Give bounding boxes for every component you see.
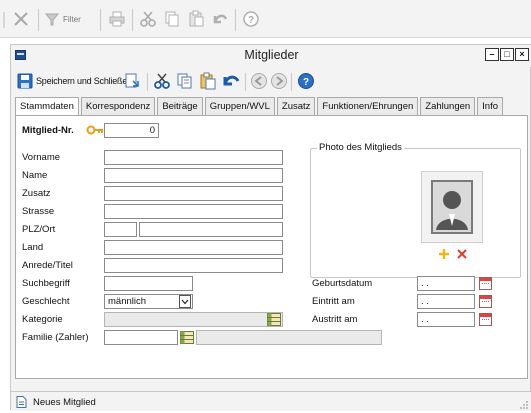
key-icon <box>86 124 104 136</box>
status-text: Neues Mitglied <box>33 397 96 408</box>
member-no-label: Mitglied-Nr. <box>22 125 74 136</box>
salutation-field[interactable] <box>104 258 283 273</box>
save-label: Speichern und Schließen <box>36 76 132 86</box>
back-icon[interactable] <box>250 72 268 90</box>
cut-icon[interactable] <box>153 72 171 90</box>
tab-zusatz[interactable]: Zusatz <box>276 97 316 115</box>
copy-icon[interactable] <box>161 8 183 30</box>
toolbar-edge <box>0 10 6 30</box>
filter-button[interactable]: Filter <box>44 8 96 30</box>
salutation-label: Anrede/Titel <box>22 260 73 271</box>
city-field[interactable] <box>139 222 283 237</box>
filter-icon <box>44 13 60 26</box>
toolbar-separator <box>291 73 292 91</box>
category-field[interactable] <box>104 312 283 327</box>
photo-group: Photo des Mitglieds <box>310 142 521 278</box>
toolbar-separator <box>100 9 101 31</box>
copy-icon[interactable] <box>176 72 194 90</box>
zip-field[interactable] <box>104 222 137 237</box>
tab-funktionen-ehrungen[interactable]: Funktionen/Ehrungen <box>317 97 419 115</box>
tab-beitraege[interactable]: Beiträge <box>157 97 203 115</box>
entry-date-label: Eintritt am <box>312 296 355 307</box>
country-label: Land <box>22 242 44 253</box>
maximize-icon[interactable]: □ <box>500 48 514 61</box>
toolbar-separator <box>147 73 148 91</box>
country-field[interactable] <box>104 240 283 255</box>
close-icon[interactable]: × <box>515 48 529 61</box>
undo-icon[interactable] <box>209 8 231 30</box>
print-icon[interactable] <box>123 72 141 90</box>
add-icon[interactable] <box>438 248 450 260</box>
save-and-close-button[interactable]: Speichern und Schließen <box>17 71 132 91</box>
tab-korrespondenz[interactable]: Korrespondenz <box>80 97 156 115</box>
category-label: Kategorie <box>22 314 63 325</box>
toolbar-separator <box>245 73 246 91</box>
toolbar-separator <box>235 9 236 31</box>
tab-gruppen-wvl[interactable]: Gruppen/WVL <box>204 97 275 115</box>
undo-icon[interactable] <box>222 72 240 90</box>
addition-label: Zusatz <box>22 188 51 199</box>
birth-date-label: Geburtsdatum <box>312 278 373 289</box>
calendar-icon[interactable] <box>479 313 492 326</box>
window-title: Mitglieder <box>244 48 299 62</box>
paste-icon[interactable] <box>185 8 207 30</box>
family-name-display <box>196 330 382 345</box>
print-icon[interactable] <box>106 8 128 30</box>
last-name-field[interactable] <box>104 168 283 183</box>
family-field[interactable] <box>104 330 178 345</box>
first-name-field[interactable] <box>104 150 283 165</box>
zip-city-label: PLZ/Ort <box>22 224 56 235</box>
first-name-label: Vorname <box>22 152 61 163</box>
members-window: Mitglieder – □ × Speichern und Schließen <box>10 44 531 411</box>
status-bar: Neues Mitglied <box>11 391 531 411</box>
tab-zahlungen[interactable]: Zahlungen <box>420 97 476 115</box>
toolbar-separator <box>132 9 133 31</box>
table-picker-icon[interactable] <box>180 331 194 344</box>
street-field[interactable] <box>104 204 283 219</box>
search-term-label: Suchbegriff <box>22 278 70 289</box>
search-term-field[interactable] <box>104 276 193 291</box>
tab-bar: Stammdaten Korrespondenz Beiträge Gruppe… <box>15 97 505 116</box>
app-toolbar: Filter ? <box>0 0 531 38</box>
resize-grip-icon[interactable] <box>519 400 529 410</box>
avatar-icon <box>431 180 473 234</box>
help-icon[interactable]: ? <box>297 72 315 90</box>
close-icon[interactable] <box>10 8 32 30</box>
gender-label: Geschlecht <box>22 296 70 307</box>
minimize-icon[interactable]: – <box>485 48 499 61</box>
table-picker-icon[interactable] <box>267 313 281 326</box>
family-label: Familie (Zahler) <box>22 332 89 343</box>
street-label: Strasse <box>22 206 55 217</box>
help-icon[interactable]: ? <box>240 8 262 30</box>
photo-frame[interactable] <box>421 171 483 243</box>
last-name-label: Name <box>22 170 48 181</box>
paste-icon[interactable] <box>199 72 217 90</box>
document-icon <box>16 396 27 408</box>
forward-icon[interactable] <box>270 72 288 90</box>
chevron-down-icon[interactable] <box>179 295 191 308</box>
filter-label: Filter <box>63 14 81 24</box>
photo-legend: Photo des Mitglieds <box>317 142 404 153</box>
exit-date-label: Austritt am <box>312 314 358 325</box>
addition-field[interactable] <box>104 186 283 201</box>
stammdaten-panel: Mitglied-Nr. 0 Vorname Name Zusatz Stras… <box>15 115 528 379</box>
delete-icon[interactable] <box>456 248 468 260</box>
member-no-field[interactable]: 0 <box>104 123 159 138</box>
entry-date-field[interactable]: . . <box>417 294 475 309</box>
toolbar-separator <box>38 9 39 31</box>
svg-text:?: ? <box>248 15 254 26</box>
window-toolbar: Speichern und Schließen ? <box>11 67 531 95</box>
gender-value: männlich <box>108 296 147 307</box>
birth-date-field[interactable]: . . <box>417 276 475 291</box>
exit-date-field[interactable]: . . <box>417 312 475 327</box>
tab-info[interactable]: Info <box>477 97 504 115</box>
cut-icon[interactable] <box>137 8 159 30</box>
calendar-icon[interactable] <box>479 295 492 308</box>
tab-stammdaten[interactable]: Stammdaten <box>15 97 79 116</box>
window-titlebar[interactable]: Mitglieder – □ × <box>11 45 531 67</box>
calendar-icon[interactable] <box>479 277 492 290</box>
svg-text:?: ? <box>303 77 309 88</box>
save-icon <box>17 73 33 89</box>
